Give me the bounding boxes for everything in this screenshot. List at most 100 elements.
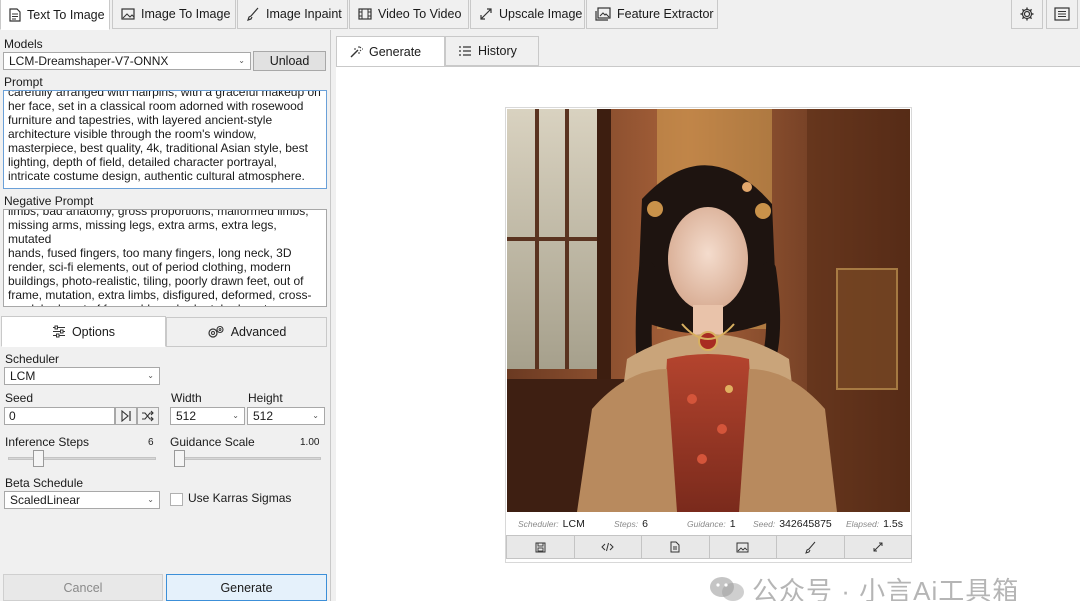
chevron-down-icon: ⌄	[238, 56, 245, 65]
beta-schedule-label: Beta Schedule	[5, 476, 84, 490]
tab-text-to-image[interactable]: Text To Image	[0, 0, 110, 30]
model-select-value: LCM-Dreamshaper-V7-ONNX	[9, 54, 169, 68]
shuffle-icon	[142, 410, 154, 422]
send-to-inpaint-button[interactable]	[776, 535, 845, 559]
image-icon	[121, 8, 135, 20]
seed-input[interactable]: 0	[4, 407, 115, 425]
height-label: Height	[248, 391, 283, 405]
inference-steps-slider[interactable]	[8, 457, 156, 460]
document-icon	[9, 7, 21, 22]
seed-random-button[interactable]	[137, 407, 159, 425]
height-select[interactable]: 512 ⌄	[247, 407, 325, 425]
tab-generate-label: Generate	[369, 44, 422, 59]
prompt-label: Prompt	[4, 75, 43, 89]
top-tab-bar: Text To Image Image To Image Image Inpai…	[0, 0, 1080, 30]
model-select[interactable]: LCM-Dreamshaper-V7-ONNX ⌄	[3, 52, 251, 70]
tab-options[interactable]: Options	[1, 316, 166, 347]
tab-options-label: Options	[71, 324, 116, 339]
width-label: Width	[171, 391, 202, 405]
copy-code-button[interactable]	[573, 535, 642, 559]
brush-icon	[804, 541, 816, 554]
generated-image-graphic	[507, 109, 910, 512]
brush-icon	[247, 7, 259, 21]
tab-label: Text To Image	[27, 7, 105, 22]
tab-advanced[interactable]: Advanced	[166, 317, 327, 347]
generate-button[interactable]: Generate	[166, 574, 327, 601]
result-card: Scheduler: LCM Steps: 6 Guidance: 1 Seed: 34…	[505, 107, 912, 563]
document-icon	[670, 541, 680, 553]
negative-prompt-text: limbs, bad anatomy, gross proportions, m…	[8, 209, 312, 306]
meta-elapsed-value: 1.5s	[883, 518, 903, 530]
scheduler-select[interactable]: LCM ⌄	[4, 367, 160, 385]
cancel-button[interactable]: Cancel	[3, 574, 163, 601]
list-button[interactable]	[1046, 0, 1078, 29]
meta-scheduler-value: LCM	[562, 518, 585, 530]
result-actions	[506, 535, 912, 559]
skip-forward-icon	[121, 410, 131, 422]
beta-schedule-select[interactable]: ScaledLinear ⌄	[4, 491, 160, 509]
left-panel: Models LCM-Dreamshaper-V7-ONNX ⌄ Unload …	[0, 30, 330, 601]
generate-content: Scheduler: LCM Steps: 6 Guidance: 1 Seed: 34…	[336, 66, 1080, 601]
guidance-scale-label: Guidance Scale	[170, 435, 255, 449]
seed-value: 0	[9, 409, 16, 423]
meta-seed-key: Seed:	[753, 519, 776, 529]
width-select[interactable]: 512 ⌄	[170, 407, 245, 425]
tab-feature-extractor[interactable]: Feature Extractor	[586, 0, 718, 29]
right-panel: Generate History Scheduler: LCM Steps: 6…	[336, 30, 1080, 601]
settings-icon	[1020, 7, 1034, 21]
image-icon	[736, 542, 749, 552]
tab-upscale-image[interactable]: Upscale Image	[470, 0, 585, 29]
scheduler-select-value: LCM	[10, 369, 36, 383]
prompt-textarea[interactable]: carefully arranged with hairpins, with a…	[3, 90, 327, 189]
result-metadata: Scheduler: LCM Steps: 6 Guidance: 1 Seed: 34…	[506, 513, 911, 535]
tab-history[interactable]: History	[445, 36, 539, 66]
save-button[interactable]	[506, 535, 575, 559]
seed-step-button[interactable]	[115, 407, 137, 425]
tab-history-label: History	[478, 44, 517, 58]
meta-steps-value: 6	[642, 518, 648, 530]
scheduler-label: Scheduler	[5, 352, 60, 366]
chevron-down-icon: ⌄	[232, 411, 239, 420]
tab-label: Feature Extractor	[617, 7, 714, 21]
watermark-text: 公众号 · 小言Ai工具箱	[752, 575, 1020, 601]
guidance-scale-slider[interactable]	[174, 457, 321, 460]
sliders-icon	[52, 325, 65, 338]
models-label: Models	[4, 37, 43, 51]
negative-prompt-textarea[interactable]: limbs, bad anatomy, gross proportions, m…	[3, 209, 327, 307]
meta-scheduler-key: Scheduler:	[518, 519, 559, 529]
tab-advanced-label: Advanced	[230, 325, 287, 339]
code-icon	[601, 542, 614, 552]
settings-button[interactable]	[1011, 0, 1043, 29]
negative-prompt-label: Negative Prompt	[4, 194, 94, 208]
save-icon	[535, 542, 546, 552]
tab-label: Image Inpaint	[266, 7, 342, 21]
guidance-scale-thumb[interactable]	[174, 450, 185, 467]
seed-label: Seed	[5, 391, 34, 405]
prompt-text: carefully arranged with hairpins, with a…	[8, 90, 321, 183]
inference-steps-label: Inference Steps	[5, 435, 90, 449]
list-icon	[1054, 7, 1070, 21]
send-to-document-button[interactable]	[641, 535, 710, 559]
meta-guidance-key: Guidance:	[687, 519, 726, 529]
send-to-upscale-button[interactable]	[843, 535, 912, 559]
meta-elapsed-key: Elapsed:	[846, 519, 880, 529]
meta-seed-value: 342645875	[779, 518, 832, 530]
tab-generate[interactable]: Generate	[336, 36, 445, 67]
panel-splitter[interactable]	[330, 30, 335, 601]
gears-icon	[208, 325, 224, 338]
watermark: 公众号 · 小言Ai工具箱	[708, 569, 1019, 601]
inference-steps-thumb[interactable]	[32, 450, 44, 467]
generated-image[interactable]	[507, 109, 910, 512]
tab-video-to-video[interactable]: Video To Video	[349, 0, 469, 29]
beta-schedule-select-value: ScaledLinear	[10, 493, 81, 507]
height-select-value: 512	[253, 409, 274, 423]
inference-steps-value: 6	[148, 437, 154, 448]
send-to-image-button[interactable]	[708, 535, 777, 559]
tab-image-inpaint[interactable]: Image Inpaint	[237, 0, 348, 29]
meta-steps-key: Steps:	[614, 519, 639, 529]
karras-sigmas-checkbox[interactable]	[170, 493, 183, 506]
list-icon	[459, 46, 471, 56]
tab-image-to-image[interactable]: Image To Image	[112, 0, 236, 29]
meta-guidance-value: 1	[729, 518, 736, 530]
unload-button[interactable]: Unload	[253, 51, 326, 71]
